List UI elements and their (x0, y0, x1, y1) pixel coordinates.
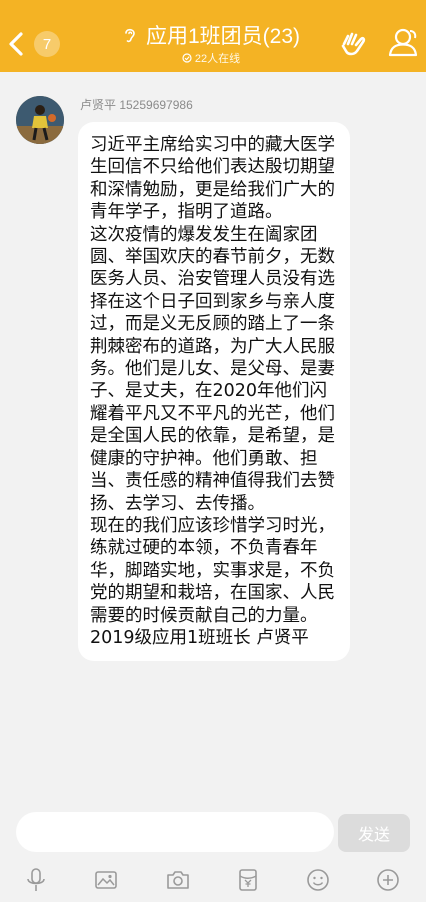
send-button[interactable]: 发送 (338, 814, 410, 852)
message-paragraph: 习近平主席给实习中的藏大医学生回信不只给他们表达殷切期望和深情勉励，更是给我们广… (90, 135, 335, 223)
earpiece-mode-icon (125, 28, 135, 43)
image-button[interactable] (90, 864, 122, 896)
back-button[interactable]: 7 (6, 26, 66, 62)
message-input[interactable] (16, 812, 334, 852)
chat-header: 7 应用1班团员(23) 22人在线 (0, 0, 426, 72)
raise-hand-icon[interactable] (338, 28, 368, 58)
avatar-photo (16, 96, 64, 144)
status-bar (0, 0, 426, 8)
sender-name: 卢贤平 15259697986 (80, 98, 193, 112)
chat-title: 应用1班团员(23) (145, 25, 301, 48)
message-paragraph: 现在的我们应该珍惜学习时光，练就过硬的本领，不负青春年华，脚踏实地，实事求是，不… (90, 515, 335, 626)
message-list[interactable]: 卢贤平 15259697986 习近平主席给实习中的藏大医学生回信不只给他们表达… (0, 72, 426, 802)
chat-screen: 7 应用1班团员(23) 22人在线 卢贤平 15259697986 习近平主席… (0, 0, 426, 902)
plus-icon (377, 869, 399, 891)
input-bar: 发送 (0, 806, 426, 902)
voice-button[interactable] (20, 864, 52, 896)
online-status-icon (182, 53, 192, 63)
sender-avatar[interactable] (16, 96, 64, 144)
image-icon (95, 871, 117, 889)
online-count: 22人在线 (194, 53, 241, 65)
unread-count-badge: 7 (34, 31, 60, 57)
emoji-icon (307, 869, 329, 891)
camera-button[interactable] (162, 864, 194, 896)
message-paragraph: 这次疫情的爆发发生在阖家团圆、举国欢庆的春节前夕，无数医务人员、治安管理人员没有… (90, 224, 335, 514)
emoji-button[interactable] (302, 864, 334, 896)
more-button[interactable] (372, 864, 404, 896)
red-packet-icon (239, 869, 257, 891)
group-members-icon[interactable] (386, 25, 420, 59)
microphone-icon (27, 868, 45, 891)
message-bubble[interactable]: 习近平主席给实习中的藏大医学生回信不只给他们表达殷切期望和深情勉励，更是给我们广… (78, 122, 350, 662)
message-signature: 2019级应用1班班长 卢贤平 (90, 627, 309, 648)
chat-title-area[interactable]: 应用1班团员(23) 22人在线 (96, 22, 326, 66)
red-packet-button[interactable] (232, 864, 264, 896)
camera-icon (167, 871, 189, 889)
input-toolbar (0, 864, 426, 896)
back-arrow-icon (9, 32, 23, 56)
